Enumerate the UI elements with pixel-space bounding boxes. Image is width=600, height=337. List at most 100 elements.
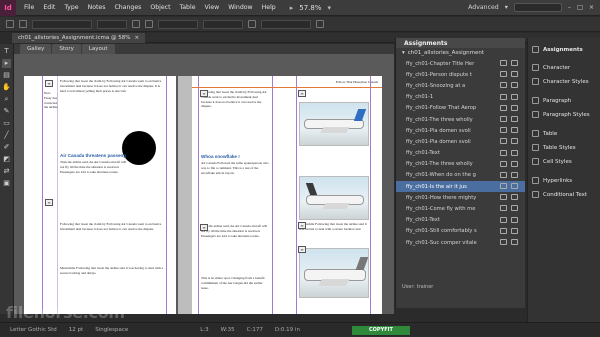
close-icon[interactable]: × [589, 4, 594, 11]
assignment-marker[interactable]: ≡ [45, 80, 53, 87]
panel-assignments[interactable]: Assignments [532, 46, 583, 53]
assignment-item-selected[interactable]: ffy_ch01-Is the air it jus [396, 181, 525, 193]
panel-conditional-text[interactable]: Conditional Text [532, 191, 587, 198]
maximize-icon[interactable]: □ [577, 4, 583, 11]
link-icon[interactable] [511, 127, 518, 134]
link-icon[interactable] [511, 115, 518, 122]
font-field[interactable] [32, 19, 92, 29]
panel-hyperlinks[interactable]: Hyperlinks [532, 177, 572, 184]
link-icon[interactable] [511, 149, 518, 156]
size-field[interactable] [97, 19, 127, 29]
link-icon[interactable] [511, 216, 518, 223]
edit-icon[interactable] [500, 93, 507, 100]
minimize-icon[interactable]: – [568, 4, 571, 11]
menu-window[interactable]: Window [228, 4, 252, 11]
layout-canvas[interactable]: ≡ Following that tweet the claim by Foll… [14, 54, 394, 314]
assignment-marker[interactable]: ≡ [298, 246, 306, 253]
bold-icon[interactable] [132, 20, 140, 28]
leading-field[interactable] [158, 19, 198, 29]
panel-cell-styles[interactable]: Cell Styles [532, 158, 572, 165]
edit-icon[interactable] [500, 216, 507, 223]
status-font[interactable]: Letter Gothic Std [10, 327, 57, 333]
text-frame[interactable]: Now Fessy has contacted the airline to c… [44, 91, 58, 111]
edit-icon[interactable] [500, 227, 507, 234]
article-heading[interactable]: Whoa snowflake ! [201, 154, 271, 159]
tab-galley[interactable]: Galley [20, 44, 52, 54]
assignment-item[interactable]: ffy_ch01-Text [396, 215, 525, 226]
edit-icon[interactable] [500, 149, 507, 156]
menu-table[interactable]: Table [180, 4, 196, 11]
chevron-down-icon[interactable]: ▾ [505, 4, 508, 11]
assignment-item[interactable]: ffy_ch01-The three wholly [396, 159, 525, 170]
note-tool-icon[interactable]: ▤ [2, 71, 11, 80]
assignments-panel-title[interactable]: Assignments [396, 38, 525, 48]
edit-icon[interactable] [500, 127, 507, 134]
menu-file[interactable]: File [24, 4, 34, 11]
link-icon[interactable] [511, 194, 518, 201]
airplane-photo[interactable] [299, 248, 369, 298]
columns-icon[interactable] [316, 20, 324, 28]
document-tab[interactable]: ch01_allstories_Assignment.icma @ 58% × [12, 33, 146, 43]
edit-icon[interactable] [500, 138, 507, 145]
panel-table-styles[interactable]: Table Styles [532, 144, 576, 151]
text-frame[interactable]: This is no minor spat. Changing from a b… [201, 276, 269, 312]
eyedropper-icon[interactable]: ✐ [2, 143, 11, 152]
status-size[interactable]: 12 pt [69, 327, 83, 333]
type-tool-icon[interactable]: T [2, 47, 11, 56]
panel-character[interactable]: Character [532, 64, 570, 71]
fill-stroke-icon[interactable]: ◩ [2, 155, 11, 164]
edit-icon[interactable] [500, 71, 507, 78]
assignment-item[interactable]: ffy_ch01-1 [396, 92, 525, 103]
assignment-item[interactable]: ffy_ch01-Person dispute t [396, 69, 525, 80]
italic-icon[interactable] [145, 20, 153, 28]
article-heading[interactable]: Air Canada threatens passeng [60, 153, 164, 158]
link-icon[interactable] [511, 71, 518, 78]
link-icon[interactable] [511, 205, 518, 212]
pointer-icon[interactable]: ▸ [290, 4, 294, 12]
assignment-marker[interactable]: ≡ [200, 224, 208, 231]
menu-edit[interactable]: Edit [43, 4, 55, 11]
link-icon[interactable] [511, 93, 518, 100]
paragraph-icon[interactable] [248, 20, 256, 28]
link-icon[interactable] [511, 104, 518, 111]
menu-changes[interactable]: Changes [114, 4, 141, 11]
airplane-photo[interactable] [299, 102, 369, 146]
menu-view[interactable]: View [205, 4, 220, 11]
align-center-icon[interactable] [19, 20, 27, 28]
assignment-marker[interactable]: ≡ [200, 90, 208, 97]
panel-paragraph[interactable]: Paragraph [532, 97, 571, 104]
assignment-marker[interactable]: ≡ [298, 222, 306, 229]
panel-table[interactable]: Table [532, 130, 557, 137]
assignment-item[interactable]: ffy_ch01-Pla domen svoli [396, 125, 525, 136]
text-frame[interactable]: Following that tweet the claim by Follow… [60, 222, 164, 262]
airplane-photo[interactable] [299, 176, 369, 220]
align-left-icon[interactable] [6, 20, 14, 28]
text-frame[interactable]: Thus the airline said; An Air Canada air… [60, 160, 128, 220]
edit-icon[interactable] [500, 60, 507, 66]
tracking-field[interactable] [203, 19, 243, 29]
assignment-marker[interactable]: ≡ [298, 90, 306, 97]
assignment-item[interactable]: ffy_ch01-Suc comper vitale [396, 237, 525, 248]
chevron-down-icon[interactable]: ▾ [327, 4, 331, 12]
line-tool-icon[interactable]: ╱ [2, 131, 11, 140]
edit-icon[interactable] [500, 183, 507, 190]
text-frame[interactable]: Thus the airline said; An Air Canada air… [201, 224, 269, 274]
text-frame[interactable]: Following that tweet the claim by Follow… [60, 79, 164, 139]
frame-tool-icon[interactable]: ▭ [2, 119, 11, 128]
search-input[interactable] [513, 3, 562, 12]
close-icon[interactable]: × [135, 35, 140, 41]
edit-icon[interactable] [500, 194, 507, 201]
edit-icon[interactable] [500, 115, 507, 122]
view-mode-icon[interactable]: ▣ [2, 179, 11, 188]
link-icon[interactable] [511, 60, 518, 66]
link-icon[interactable] [511, 82, 518, 89]
assignment-group[interactable]: ▾ ch01_allstories_Assignment [396, 48, 525, 58]
edit-icon[interactable] [500, 160, 507, 167]
menu-type[interactable]: Type [64, 4, 78, 11]
workspace-switcher[interactable]: Advanced [468, 4, 499, 11]
link-icon[interactable] [511, 239, 518, 245]
edit-icon[interactable] [500, 239, 507, 245]
menu-help[interactable]: Help [262, 4, 276, 11]
link-icon[interactable] [511, 227, 518, 234]
assignment-item[interactable]: ffy_ch01-Still comfortably s [396, 226, 525, 237]
